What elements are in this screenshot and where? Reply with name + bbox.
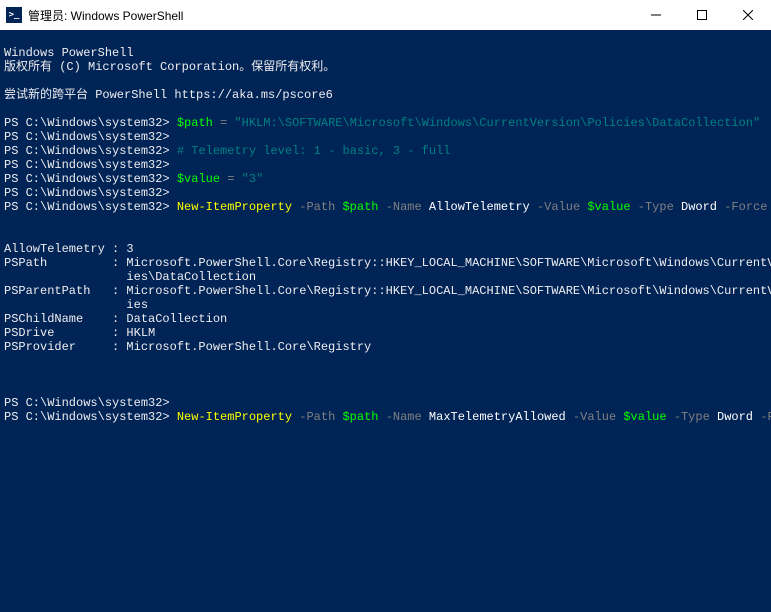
prompt: PS C:\Windows\system32> <box>4 144 170 158</box>
prompt: PS C:\Windows\system32> <box>4 158 170 172</box>
maximize-button[interactable] <box>679 0 725 30</box>
header-line: Windows PowerShell <box>4 46 134 60</box>
window-title: 管理员: Windows PowerShell <box>28 7 633 24</box>
prompt: PS C:\Windows\system32> <box>4 186 170 200</box>
param-value: AllowTelemetry <box>429 200 530 214</box>
operator: = <box>213 116 235 130</box>
close-button[interactable] <box>725 0 771 30</box>
variable: $value <box>177 172 220 186</box>
cmdlet: New-ItemProperty <box>177 410 292 424</box>
output-row: PSPath : Microsoft.PowerShell.Core\Regis… <box>4 256 771 270</box>
output-row-cont: ies\DataCollection <box>4 270 256 284</box>
window-controls <box>633 0 771 30</box>
operator: = <box>220 172 242 186</box>
terminal-area[interactable]: Windows PowerShell 版权所有 (C) Microsoft Co… <box>0 30 771 612</box>
param-flag: -Path <box>292 410 342 424</box>
param-flag: -Name <box>379 200 429 214</box>
copyright-line: 版权所有 (C) Microsoft Corporation。保留所有权利。 <box>4 60 335 74</box>
window-titlebar: >_ 管理员: Windows PowerShell <box>0 0 771 30</box>
param-flag: -Value <box>566 410 624 424</box>
prompt: PS C:\Windows\system32> <box>4 172 170 186</box>
string-literal: "3" <box>242 172 264 186</box>
powershell-icon: >_ <box>6 7 22 23</box>
prompt: PS C:\Windows\system32> <box>4 200 170 214</box>
output-row: PSProvider : Microsoft.PowerShell.Core\R… <box>4 340 371 354</box>
param-flag: -Path <box>292 200 342 214</box>
output-row: AllowTelemetry : 3 <box>4 242 134 256</box>
param-value: Dword <box>717 410 753 424</box>
param-flag: -Name <box>379 410 429 424</box>
prompt: PS C:\Windows\system32> <box>4 116 170 130</box>
param-value: Dword <box>681 200 717 214</box>
cmdlet: New-ItemProperty <box>177 200 292 214</box>
prompt: PS C:\Windows\system32> <box>4 410 170 424</box>
param-flag: -Value <box>530 200 588 214</box>
param-flag: -Force <box>753 410 771 424</box>
minimize-button[interactable] <box>633 0 679 30</box>
param-flag: -Type <box>667 410 717 424</box>
prompt: PS C:\Windows\system32> <box>4 130 170 144</box>
param-flag: -Type <box>631 200 681 214</box>
variable: $path <box>342 200 378 214</box>
output-row: PSDrive : HKLM <box>4 326 155 340</box>
variable: $path <box>342 410 378 424</box>
output-row: PSParentPath : Microsoft.PowerShell.Core… <box>4 284 771 298</box>
param-value: MaxTelemetryAllowed <box>429 410 566 424</box>
comment: # Telemetry level: 1 - basic, 3 - full <box>177 144 451 158</box>
variable: $path <box>177 116 213 130</box>
output-row-cont: ies <box>4 298 148 312</box>
pscore-line: 尝试新的跨平台 PowerShell https://aka.ms/pscore… <box>4 88 333 102</box>
output-row: PSChildName : DataCollection <box>4 312 227 326</box>
variable: $value <box>623 410 666 424</box>
param-flag: -Force <box>717 200 767 214</box>
variable: $value <box>587 200 630 214</box>
prompt: PS C:\Windows\system32> <box>4 396 170 410</box>
string-literal: "HKLM:\SOFTWARE\Microsoft\Windows\Curren… <box>234 116 760 130</box>
